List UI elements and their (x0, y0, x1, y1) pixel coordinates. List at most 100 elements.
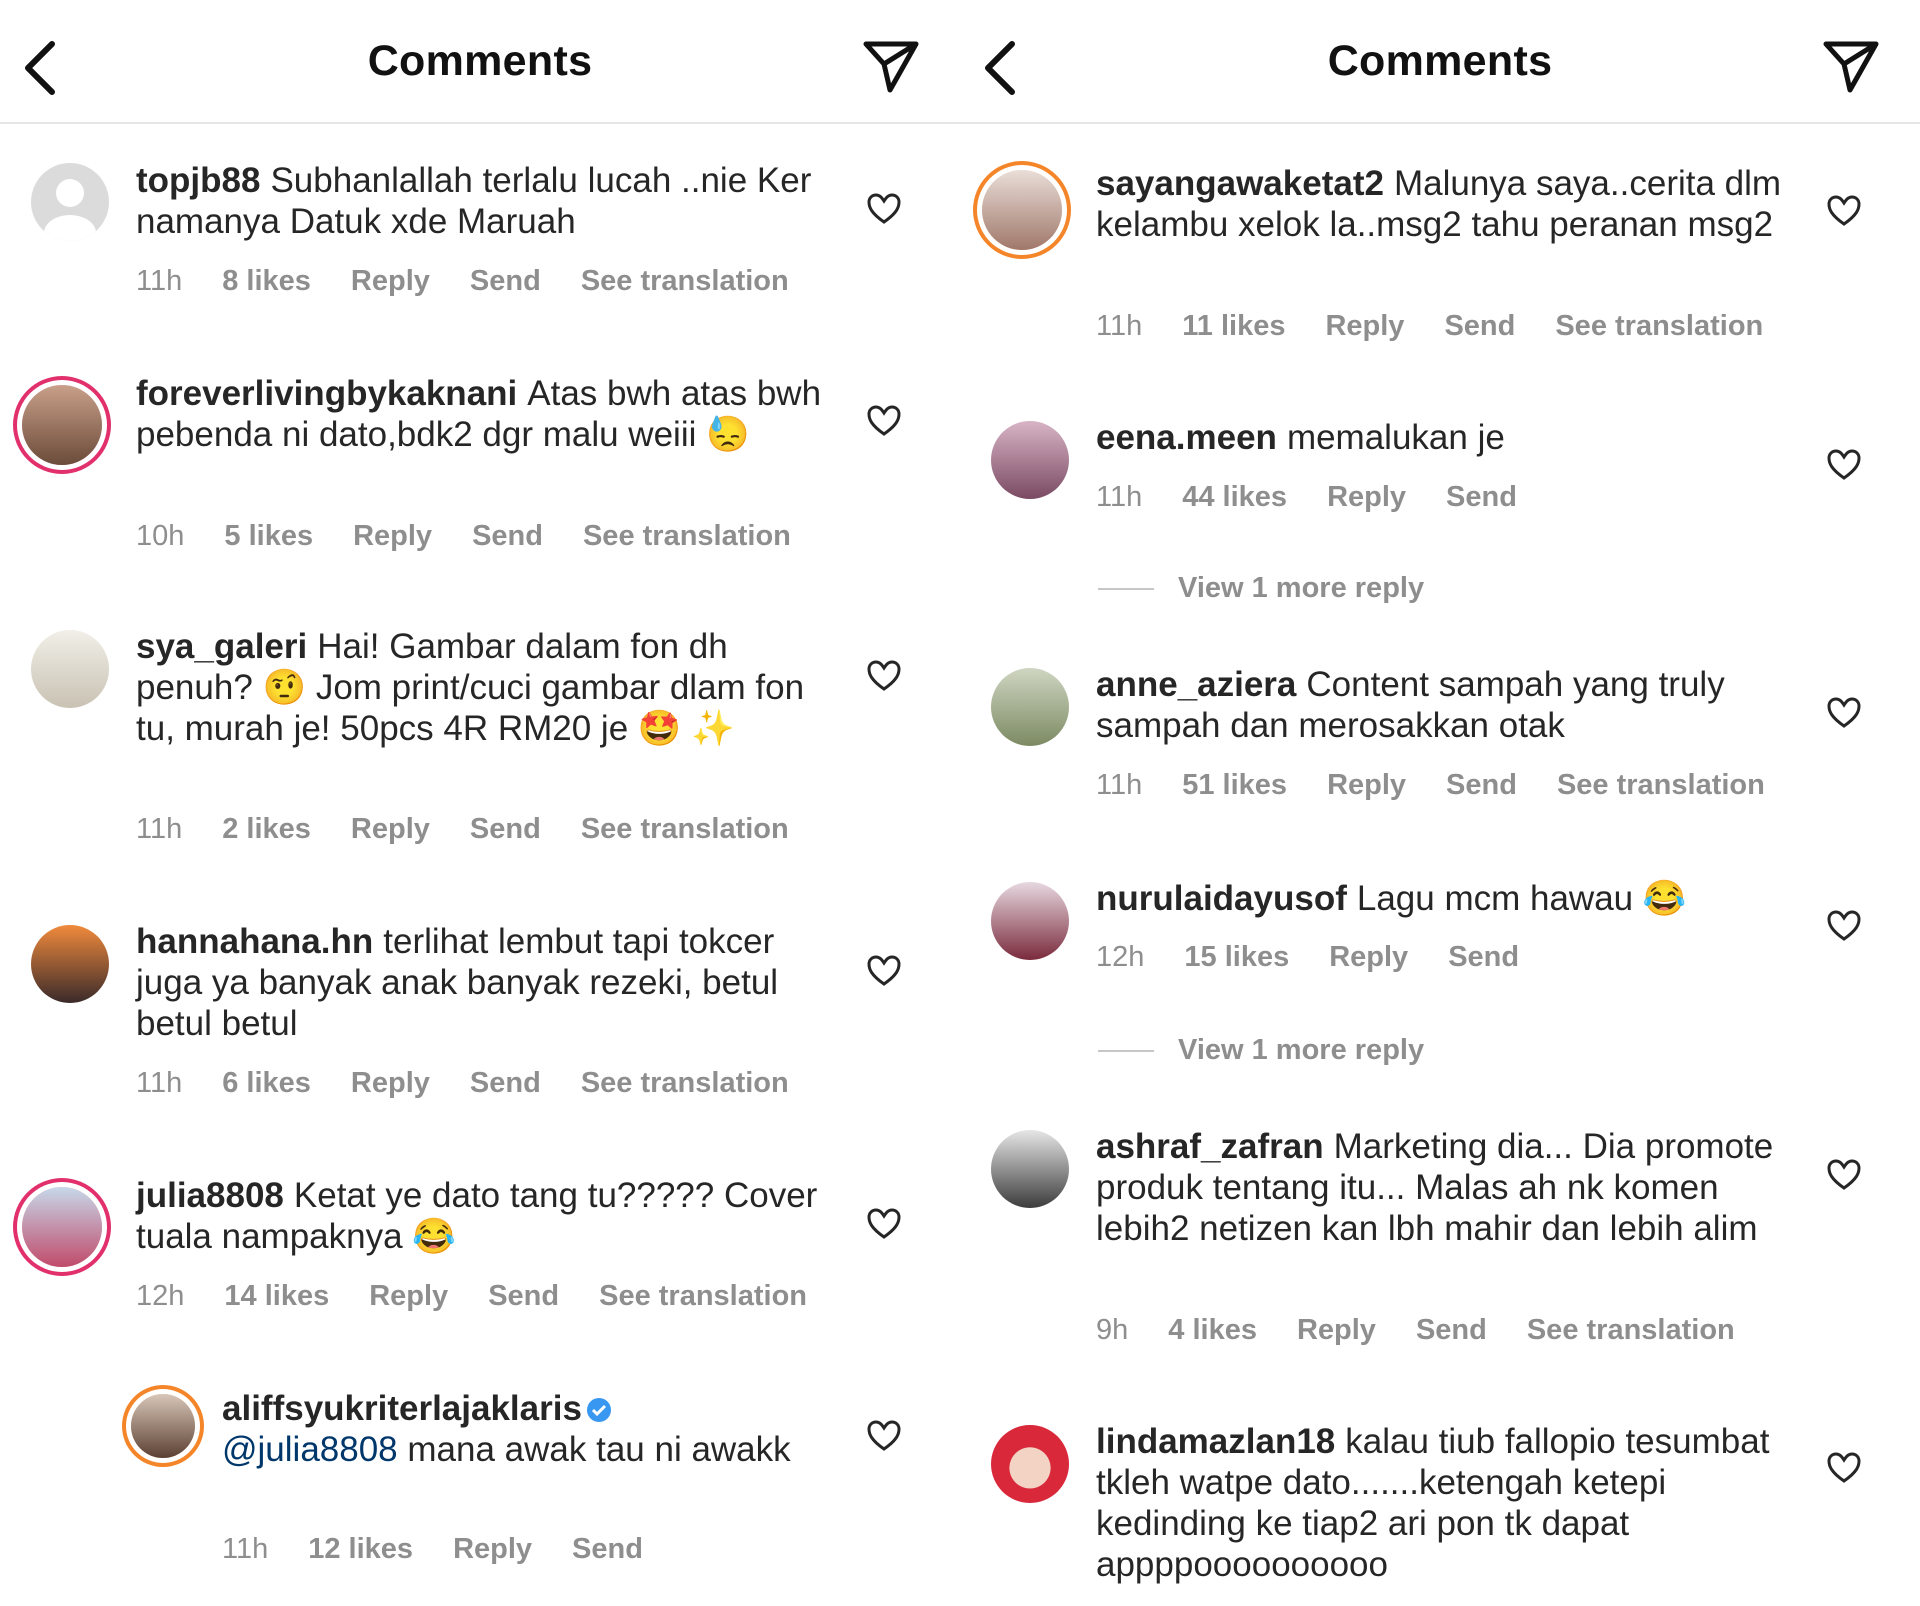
avatar[interactable] (31, 630, 109, 708)
avatar[interactable] (31, 925, 109, 1003)
send-button[interactable]: Send (488, 1280, 559, 1312)
view-replies-button[interactable]: View 1 more reply (1178, 572, 1424, 605)
comment-meta: 11h 12 likes Reply Send (222, 1533, 683, 1566)
reply-button[interactable]: Reply (351, 813, 430, 845)
username[interactable]: lindamazlan18 (1096, 1422, 1335, 1461)
send-button[interactable]: Send (470, 813, 541, 845)
reply-button[interactable]: Reply (351, 265, 430, 297)
send-button[interactable]: Send (472, 520, 543, 552)
likes-count[interactable]: 44 likes (1182, 481, 1287, 513)
send-button[interactable]: Send (1416, 1314, 1487, 1346)
username[interactable]: foreverlivingbykaknani (136, 374, 517, 413)
comment-meta: 12h 15 likes Reply Send (1096, 941, 1559, 974)
comment-meta: 11h 11 likes Reply Send See translation (1096, 310, 1803, 343)
avatar[interactable] (22, 385, 102, 465)
likes-count[interactable]: 12 likes (308, 1533, 413, 1565)
avatar[interactable] (991, 421, 1069, 499)
comments-panel-left: Comments topjb88 Subhanlallah terlalu luc… (0, 0, 960, 1606)
username[interactable]: sya_galeri (136, 627, 307, 666)
username[interactable]: nurulaidayusof (1096, 879, 1347, 918)
see-translation-button[interactable]: See translation (581, 265, 789, 297)
send-button[interactable]: Send (1446, 769, 1517, 801)
likes-count[interactable]: 4 likes (1168, 1314, 1257, 1346)
reply-button[interactable]: Reply (369, 1280, 448, 1312)
reply-button[interactable]: Reply (1327, 481, 1406, 513)
comment-body: lindamazlan18 kalau tiub fallopio tesumba… (1096, 1421, 1796, 1585)
reply-button[interactable]: Reply (453, 1533, 532, 1565)
see-translation-button[interactable]: See translation (581, 813, 789, 845)
likes-count[interactable]: 14 likes (224, 1280, 329, 1312)
likes-count[interactable]: 51 likes (1182, 769, 1287, 801)
username[interactable]: julia8808 (136, 1176, 284, 1215)
likes-count[interactable]: 2 likes (222, 813, 311, 845)
see-translation-button[interactable]: See translation (599, 1280, 807, 1312)
send-direct-icon[interactable] (862, 38, 920, 94)
username[interactable]: topjb88 (136, 161, 260, 200)
comment-meta: 11h 51 likes Reply Send See translation (1096, 769, 1805, 802)
timestamp: 11h (1096, 310, 1143, 342)
see-translation-button[interactable]: See translation (581, 1067, 789, 1099)
reply-button[interactable]: Reply (1329, 941, 1408, 973)
like-heart-icon[interactable] (867, 660, 901, 692)
see-translation-button[interactable]: See translation (1527, 1314, 1735, 1346)
mention-link[interactable]: @julia8808 (222, 1430, 398, 1469)
reply-button[interactable]: Reply (351, 1067, 430, 1099)
like-heart-icon[interactable] (867, 193, 901, 225)
reply-button[interactable]: Reply (1327, 769, 1406, 801)
avatar[interactable] (131, 1394, 195, 1458)
timestamp: 11h (222, 1533, 269, 1565)
avatar[interactable] (22, 1187, 102, 1267)
avatar[interactable] (991, 1425, 1069, 1503)
likes-count[interactable]: 8 likes (222, 265, 311, 297)
reply-button[interactable]: Reply (1297, 1314, 1376, 1346)
see-translation-button[interactable]: See translation (583, 520, 791, 552)
send-button[interactable]: Send (1444, 310, 1515, 342)
back-arrow-icon[interactable] (20, 38, 60, 98)
view-replies-button[interactable]: View 1 more reply (1178, 1034, 1424, 1067)
username[interactable]: hannahana.hn (136, 922, 373, 961)
see-translation-button[interactable]: See translation (1555, 310, 1763, 342)
send-button[interactable]: Send (1446, 481, 1517, 513)
avatar[interactable] (982, 170, 1062, 250)
likes-count[interactable]: 5 likes (224, 520, 313, 552)
like-heart-icon[interactable] (867, 1420, 901, 1452)
like-heart-icon[interactable] (1827, 195, 1861, 227)
avatar[interactable] (991, 882, 1069, 960)
send-button[interactable]: Send (470, 265, 541, 297)
header: Comments (960, 0, 1920, 124)
reply-button[interactable]: Reply (353, 520, 432, 552)
comment-body: sayangawaketat2 Malunya saya..cerita dlm … (1096, 163, 1796, 245)
username[interactable]: anne_aziera (1096, 665, 1296, 704)
comment-body: hannahana.hn terlihat lembut tapi tokcer … (136, 921, 836, 1044)
likes-count[interactable]: 11 likes (1182, 310, 1285, 342)
likes-count[interactable]: 6 likes (222, 1067, 311, 1099)
send-button[interactable]: Send (470, 1067, 541, 1099)
like-heart-icon[interactable] (1827, 697, 1861, 729)
username[interactable]: aliffsyukriterlajaklaris (222, 1389, 582, 1428)
like-heart-icon[interactable] (867, 405, 901, 437)
like-heart-icon[interactable] (867, 955, 901, 987)
send-direct-icon[interactable] (1822, 38, 1880, 94)
likes-count[interactable]: 15 likes (1184, 941, 1289, 973)
comment-body: foreverlivingbykaknani Atas bwh atas bwh … (136, 373, 836, 455)
page-title: Comments (1327, 36, 1553, 85)
like-heart-icon[interactable] (1827, 1159, 1861, 1191)
avatar[interactable] (991, 1130, 1069, 1208)
avatar[interactable] (31, 163, 109, 241)
username[interactable]: eena.meen (1096, 418, 1277, 457)
timestamp: 10h (136, 520, 185, 552)
timestamp: 9h (1096, 1314, 1129, 1346)
send-button[interactable]: Send (1448, 941, 1519, 973)
reply-button[interactable]: Reply (1325, 310, 1404, 342)
like-heart-icon[interactable] (1827, 910, 1861, 942)
like-heart-icon[interactable] (1827, 1452, 1861, 1484)
username[interactable]: sayangawaketat2 (1096, 164, 1384, 203)
avatar[interactable] (991, 668, 1069, 746)
send-button[interactable]: Send (572, 1533, 643, 1565)
username[interactable]: ashraf_zafran (1096, 1127, 1324, 1166)
comment-meta: 11h 6 likes Reply Send See translation (136, 1067, 829, 1100)
see-translation-button[interactable]: See translation (1557, 769, 1765, 801)
back-arrow-icon[interactable] (980, 38, 1020, 98)
like-heart-icon[interactable] (867, 1208, 901, 1240)
like-heart-icon[interactable] (1827, 449, 1861, 481)
